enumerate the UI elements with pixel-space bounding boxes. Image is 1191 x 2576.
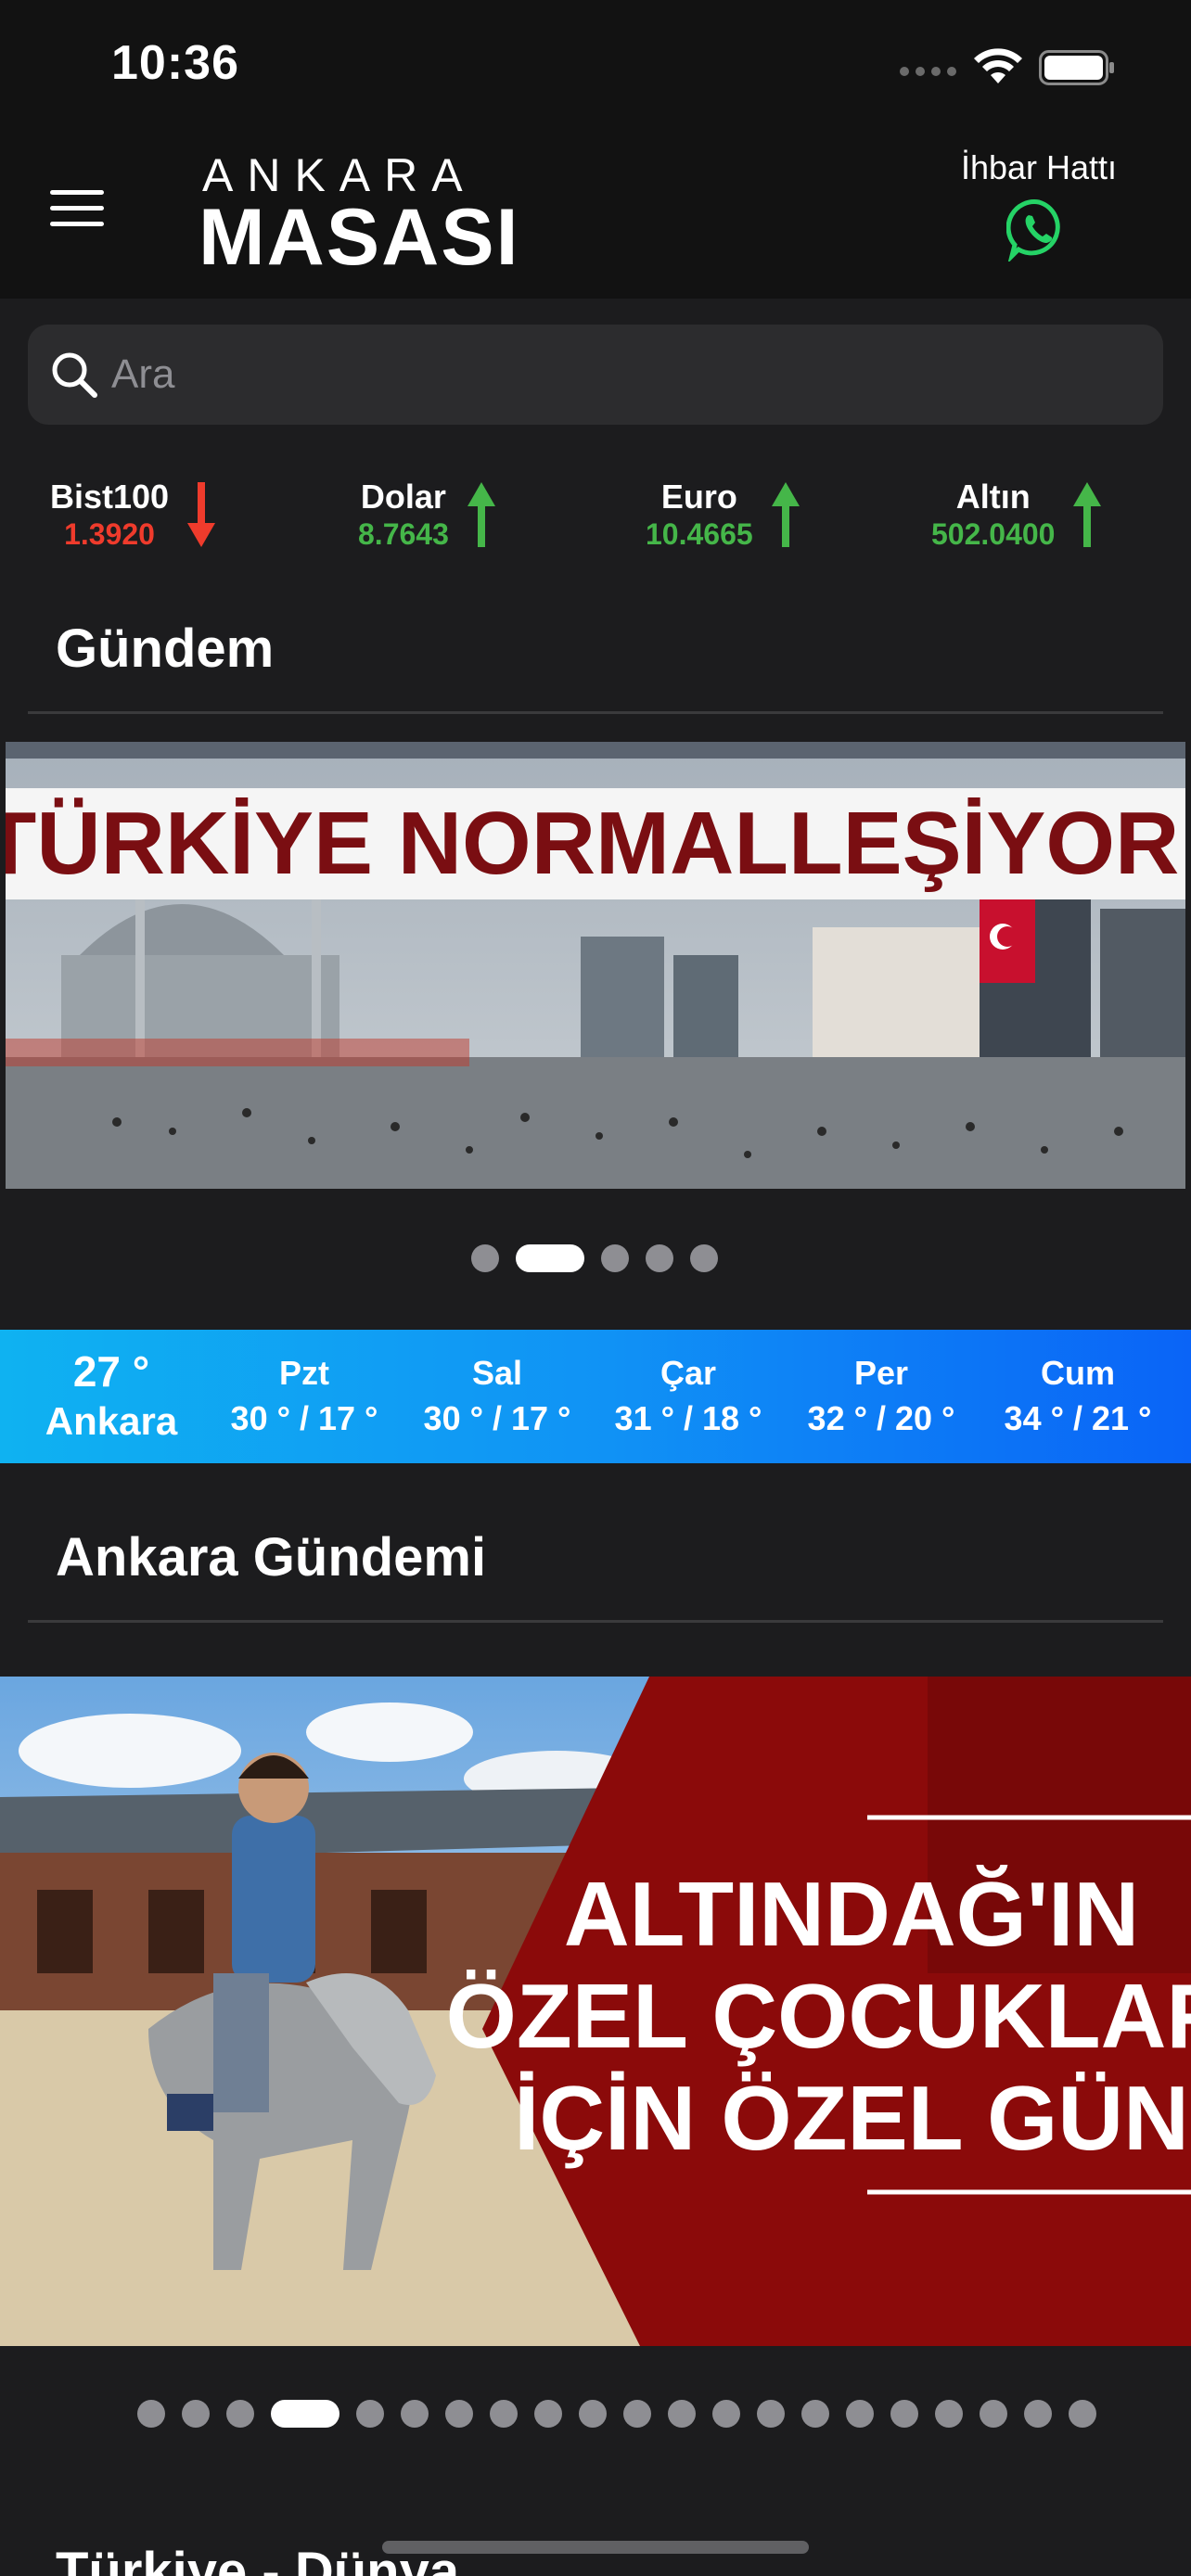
battery-icon: [1039, 50, 1114, 85]
pagination-dot[interactable]: [356, 2400, 384, 2428]
search-icon: [52, 352, 97, 398]
arrow-up-icon: [771, 482, 800, 547]
ticker-value: 502.0400: [931, 517, 1056, 551]
pagination-dot[interactable]: [890, 2400, 918, 2428]
pagination-dot[interactable]: [1069, 2400, 1096, 2428]
pagination-dot-active[interactable]: [516, 1244, 584, 1272]
section-title-ankara-gundemi: Ankara Gündemi: [56, 1527, 487, 1588]
ticker-name: Altın: [955, 478, 1031, 516]
pagination-dot[interactable]: [712, 2400, 740, 2428]
search-bar[interactable]: [28, 325, 1163, 425]
banner-headline-line-3: İÇİN ÖZEL GÜN: [514, 2067, 1189, 2169]
ankara-news-banner[interactable]: ALTINDAĞ'IN ÖZEL ÇOCUKLARI İÇİN ÖZEL GÜN: [0, 1677, 1191, 2346]
whatsapp-icon[interactable]: [1006, 197, 1071, 261]
forecast-range: 30 ° / 17 °: [230, 1399, 378, 1437]
banner-headline-line-1: ALTINDAĞ'IN: [564, 1863, 1139, 1965]
pagination-dot[interactable]: [846, 2400, 874, 2428]
headline-banner[interactable]: TÜRKİYE NORMALLEŞİYOR!: [6, 742, 1185, 1189]
market-tickers: Bist100 1.3920 Dolar 8.7643 Euro 10.4665…: [0, 473, 1191, 556]
forecast-day: Cum 34 ° / 21 °: [985, 1352, 1171, 1443]
weather-strip[interactable]: 27 ° Ankara Pzt 30 ° / 17 ° Sal 30 ° / 1…: [0, 1330, 1191, 1463]
ankara-banner-pagination: [137, 2400, 1096, 2428]
pagination-dot[interactable]: [137, 2400, 165, 2428]
ticker-name: Euro: [660, 478, 737, 516]
ticker-value: 1.3920: [64, 517, 155, 551]
pagination-dot[interactable]: [601, 1244, 629, 1272]
forecast-day-label: Per: [853, 1354, 909, 1392]
pagination-dot[interactable]: [579, 2400, 607, 2428]
pagination-dot[interactable]: [490, 2400, 518, 2428]
forecast-day-label: Sal: [471, 1354, 523, 1392]
banner-image: TÜRKİYE NORMALLEŞİYOR!: [6, 742, 1185, 1189]
weather-city: Ankara: [45, 1399, 178, 1443]
app-logo: ANKARA MASASI: [198, 150, 520, 282]
tip-line[interactable]: İhbar Hattı: [918, 148, 1159, 266]
pagination-dot[interactable]: [668, 2400, 696, 2428]
pagination-dot-active[interactable]: [271, 2400, 339, 2428]
ticker-altin[interactable]: Altın 502.0400: [931, 473, 1103, 556]
banner-image: ALTINDAĞ'IN ÖZEL ÇOCUKLARI İÇİN ÖZEL GÜN: [0, 1677, 1191, 2346]
tip-line-label: İhbar Hattı: [960, 148, 1118, 186]
home-indicator[interactable]: [382, 2541, 809, 2554]
forecast-day: Çar 31 ° / 18 °: [596, 1352, 781, 1443]
weather-current: 27 ° Ankara: [19, 1346, 204, 1447]
logo-bottom-text: MASASI: [198, 193, 520, 282]
cellular-signal-icon: [900, 67, 956, 76]
forecast-range: 30 ° / 17 °: [423, 1399, 571, 1437]
section-divider: [28, 711, 1163, 714]
ticker-value: 8.7643: [358, 517, 449, 551]
wifi-icon: [974, 48, 1022, 83]
app-header: ANKARA MASASI İhbar Hattı: [0, 130, 1191, 299]
ticker-name: Dolar: [360, 478, 446, 516]
pagination-dot[interactable]: [690, 1244, 718, 1272]
banner-headline: TÜRKİYE NORMALLEŞİYOR!: [6, 794, 1185, 893]
status-time: 10:36: [111, 36, 239, 90]
section-divider: [28, 1620, 1163, 1623]
pagination-dot[interactable]: [534, 2400, 562, 2428]
pagination-dot[interactable]: [226, 2400, 254, 2428]
ticker-value: 10.4665: [646, 517, 753, 551]
forecast-day-label: Pzt: [279, 1354, 329, 1392]
ticker-bist100[interactable]: Bist100 1.3920: [50, 473, 217, 556]
ticker-euro[interactable]: Euro 10.4665: [646, 473, 801, 556]
current-temperature: 27 °: [72, 1347, 150, 1396]
pagination-dot[interactable]: [980, 2400, 1007, 2428]
pagination-dot[interactable]: [471, 1244, 499, 1272]
pagination-dot[interactable]: [445, 2400, 473, 2428]
pagination-dot[interactable]: [935, 2400, 963, 2428]
forecast-range: 31 ° / 18 °: [614, 1399, 762, 1437]
pagination-dot[interactable]: [757, 2400, 785, 2428]
hamburger-menu-icon[interactable]: [50, 190, 104, 231]
banner-pagination: [471, 1244, 718, 1272]
forecast-day: Per 32 ° / 20 °: [788, 1352, 974, 1443]
pagination-dot[interactable]: [801, 2400, 829, 2428]
search-input[interactable]: [111, 351, 1163, 398]
pagination-dot[interactable]: [401, 2400, 429, 2428]
forecast-range: 32 ° / 20 °: [807, 1399, 955, 1437]
ticker-name: Bist100: [50, 478, 170, 516]
ticker-dolar[interactable]: Dolar 8.7643: [358, 473, 497, 556]
forecast-range: 34 ° / 21 °: [1004, 1399, 1152, 1437]
forecast-day-label: Çar: [660, 1354, 717, 1392]
pagination-dot[interactable]: [646, 1244, 673, 1272]
arrow-up-icon: [467, 482, 495, 547]
pagination-dot[interactable]: [182, 2400, 210, 2428]
banner-headline-line-2: ÖZEL ÇOCUKLARI: [446, 1965, 1191, 2067]
section-title-gundem: Gündem: [56, 618, 275, 679]
arrow-up-icon: [1073, 482, 1102, 547]
forecast-day: Pzt 30 ° / 17 °: [211, 1352, 397, 1443]
status-bar: 10:36: [0, 0, 1191, 130]
pagination-dot[interactable]: [623, 2400, 651, 2428]
forecast-day: Sal 30 ° / 17 °: [404, 1352, 590, 1443]
forecast-day-label: Cum: [1041, 1354, 1115, 1392]
pagination-dot[interactable]: [1024, 2400, 1052, 2428]
arrow-down-icon: [187, 482, 216, 547]
